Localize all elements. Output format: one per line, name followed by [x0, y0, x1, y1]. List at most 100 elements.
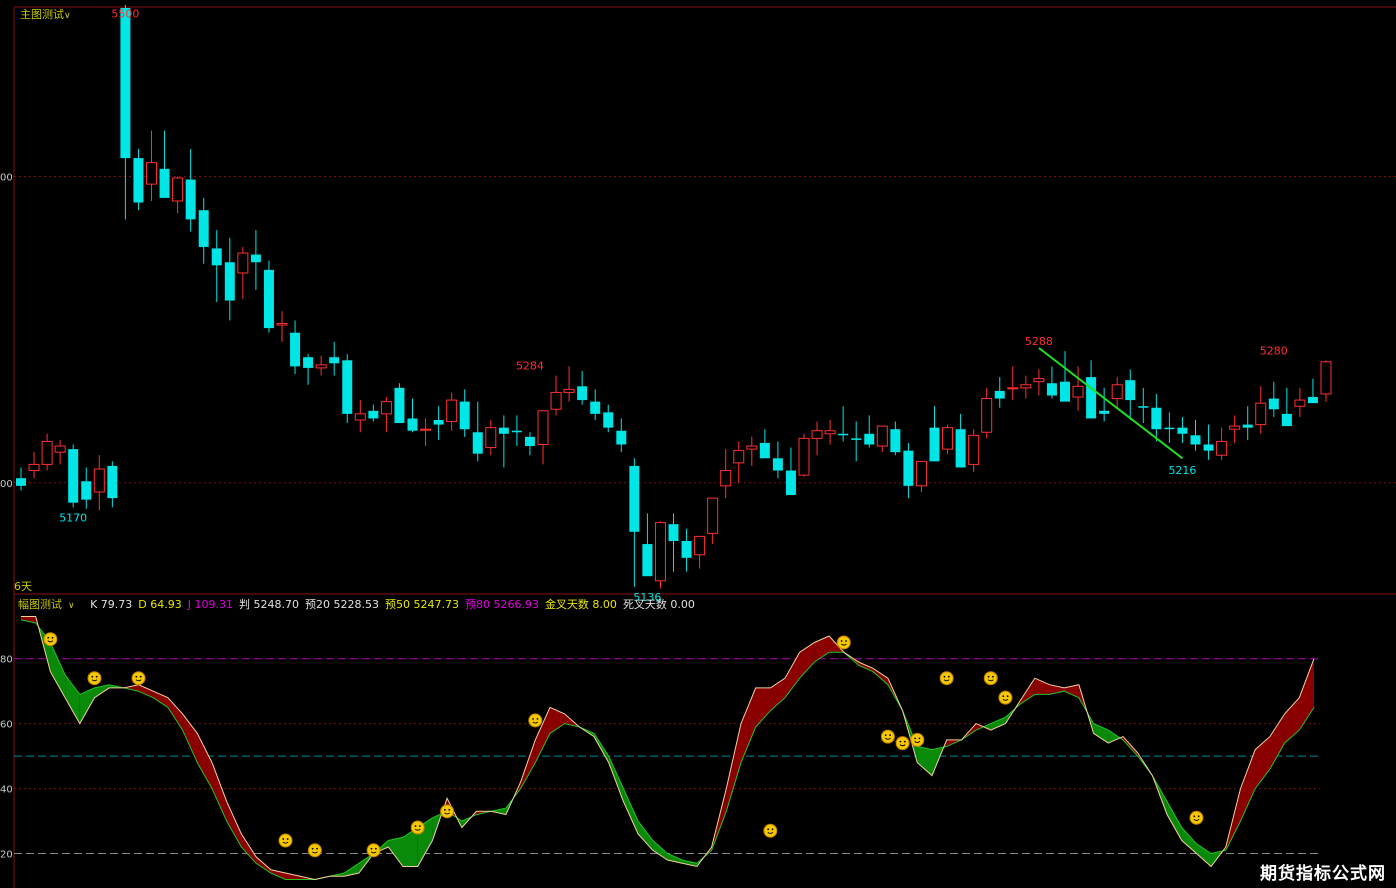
smiley-eye-left	[840, 640, 843, 642]
smiley-icon-9	[763, 823, 778, 838]
smiley-face	[895, 736, 910, 751]
candle-body-48	[642, 544, 653, 577]
smiley-eye-left	[532, 718, 534, 720]
price-annotation-1: 5170	[59, 511, 87, 524]
kd-fill-78-0	[1167, 801, 1182, 841]
watermark: 期货指标公式网	[1260, 864, 1386, 884]
candle-body-39	[524, 436, 535, 447]
smiley-eye-right	[992, 675, 994, 678]
candle-body-82	[1086, 377, 1097, 419]
kd-fill-85-0	[1269, 713, 1285, 770]
kd-fill-25-0	[388, 837, 403, 867]
sub-ytick-label-3: 20	[0, 850, 13, 861]
candle-body-77	[1020, 384, 1032, 389]
candle-body-23	[315, 364, 327, 369]
candle-body-12	[172, 177, 184, 202]
smiley-eye-left	[1002, 695, 1005, 698]
kd-fill-41-0	[623, 788, 639, 834]
smiley-eye-right	[1197, 815, 1200, 818]
smiley-icon-2	[131, 671, 146, 686]
candle-body-22	[303, 357, 314, 368]
candle-body-37	[498, 427, 509, 434]
candle-body-49	[654, 522, 666, 582]
main-panel-label: 主图测试	[20, 8, 64, 21]
candle-body-31	[420, 428, 432, 431]
smiley-eye-left	[899, 740, 902, 743]
kd-fill-12-0	[197, 733, 212, 789]
candle-body-98	[1294, 399, 1306, 407]
chevron-down-icon: ∨	[68, 601, 75, 611]
candle-body-20	[276, 323, 288, 326]
candle-body-29	[394, 387, 405, 424]
smiley-face	[998, 690, 1013, 705]
smiley-eye-right	[536, 718, 539, 720]
candle-body-65	[864, 433, 875, 445]
smiley-eye-left	[914, 737, 916, 740]
candle-body-0	[16, 478, 26, 486]
smiley-eye-right	[95, 675, 98, 678]
smiley-icon-11	[880, 729, 895, 744]
candle-body-21	[290, 332, 301, 367]
sub-panel-tab[interactable]: 幅图测试 ∨	[18, 598, 81, 611]
candle-body-74	[981, 398, 993, 433]
smiley-eye-right	[419, 825, 421, 827]
candle-body-18	[250, 254, 261, 263]
candle-body-26	[354, 413, 366, 421]
smiley-face	[939, 671, 954, 686]
candle-body-96	[1268, 398, 1279, 410]
candle-body-68	[903, 450, 914, 486]
smiley-eye-left	[767, 828, 770, 831]
smiley-eye-left	[943, 675, 946, 678]
kd-fill-43-0	[652, 840, 668, 860]
smiley-face	[1189, 810, 1204, 825]
smiley-eye-right	[139, 675, 142, 678]
candle-body-59	[785, 470, 796, 496]
kd-fill-11-0	[182, 713, 198, 763]
smiley-icon-14	[939, 671, 954, 686]
indicator-3: 判 5248.70	[239, 598, 299, 611]
indicator-2: J 109.31	[187, 598, 233, 611]
candle-body-41	[550, 391, 562, 410]
candle-body-85	[1125, 380, 1136, 401]
indicator-1: D 64.93	[138, 598, 182, 611]
candle-body-42	[563, 388, 575, 393]
price-annotation-5: 5216	[1168, 464, 1196, 477]
smiley-eye-left	[47, 636, 50, 639]
candle-body-60	[798, 437, 810, 476]
candle-body-94	[1242, 424, 1253, 428]
candle-body-27	[368, 410, 379, 419]
indicator-6: 预80 5266.93	[464, 598, 539, 611]
candle-body-78	[1033, 378, 1045, 383]
smiley-face	[440, 804, 455, 819]
smiley-eye-right	[947, 675, 950, 678]
days-label: 6天	[14, 580, 32, 593]
candle-body-86	[1138, 406, 1149, 408]
candle-body-95	[1255, 402, 1267, 426]
smiley-eye-right	[51, 636, 54, 639]
main-panel-tab[interactable]: 主图测试∨	[20, 6, 71, 22]
kd-fill-66-0	[990, 717, 1006, 731]
smiley-face	[131, 671, 146, 686]
candle-body-90	[1190, 435, 1201, 445]
smiley-face	[763, 823, 778, 838]
candle-body-97	[1281, 413, 1292, 427]
candle-body-56	[746, 445, 758, 450]
candle-body-57	[759, 442, 770, 459]
smiley-eye-right	[1006, 695, 1009, 698]
candle-body-50	[668, 524, 679, 541]
candle-body-5	[81, 481, 92, 500]
smiley-eye-left	[987, 675, 990, 678]
candle-body-80	[1060, 381, 1070, 402]
candle-body-88	[1164, 427, 1175, 430]
kd-fill-79-0	[1181, 827, 1197, 854]
candle-body-72	[955, 429, 966, 468]
smiley-eye-right	[918, 737, 921, 740]
kd-fill-36-0	[550, 707, 565, 734]
kd-fill-49-0	[741, 687, 756, 763]
candle-body-40	[537, 410, 549, 446]
candle-body-19	[263, 269, 274, 329]
kd-fill-8-0	[138, 684, 154, 698]
smiley-eye-left	[444, 808, 446, 811]
candle-body-9	[133, 158, 144, 203]
sub-panel-header: 幅图测试 ∨ K 79.73 D 64.93 J 109.31 判 5248.70 预20…	[18, 596, 707, 612]
